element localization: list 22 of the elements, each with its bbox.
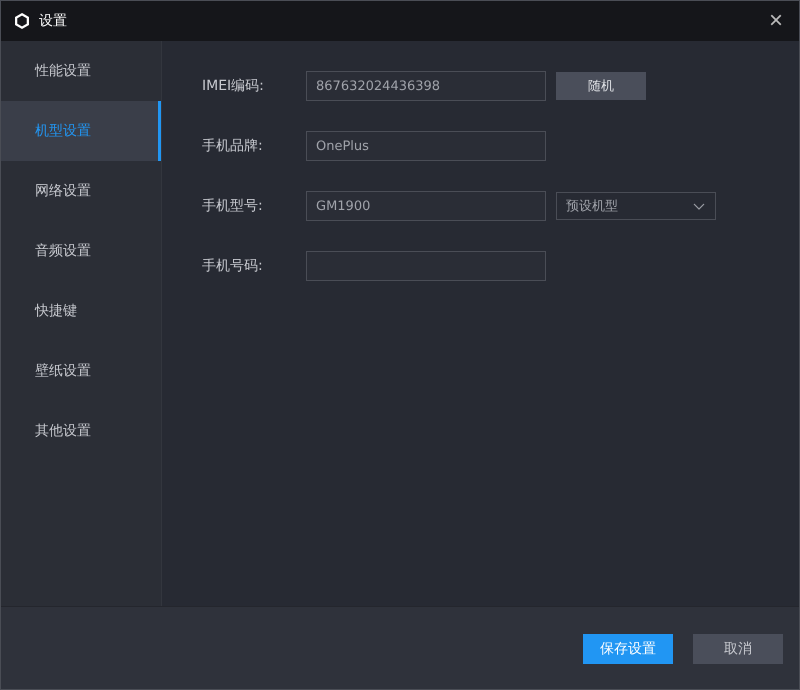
sidebar-item[interactable]: 其他设置 [1,401,161,461]
close-button[interactable]: × [764,9,787,33]
sidebar-item[interactable]: 壁纸设置 [1,341,161,401]
cancel-button[interactable]: 取消 [693,634,783,664]
field-label: 手机品牌: [202,137,264,155]
sidebar-item[interactable]: 快捷键 [1,281,161,341]
input-field[interactable]: 867632024436398 [306,71,546,101]
field-label: IMEI编码: [202,77,265,95]
preset-dropdown[interactable]: 预设机型 [556,192,716,220]
sidebar-item[interactable]: 音频设置 [1,221,161,281]
field-label: 手机号码: [202,257,264,275]
input-field[interactable]: OnePlus [306,131,546,161]
random-button[interactable]: 随机 [556,72,646,100]
field-label: 手机型号: [202,197,264,215]
settings-icon [13,12,31,30]
chevron-down-icon [693,202,705,210]
input-field[interactable] [306,251,546,281]
sidebar-item[interactable]: 网络设置 [1,161,161,221]
sidebar-item[interactable]: 机型设置 [1,101,161,161]
input-field[interactable]: GM1900 [306,191,546,221]
window-title: 设置 [39,12,68,30]
sidebar-item[interactable]: 性能设置 [1,41,161,101]
